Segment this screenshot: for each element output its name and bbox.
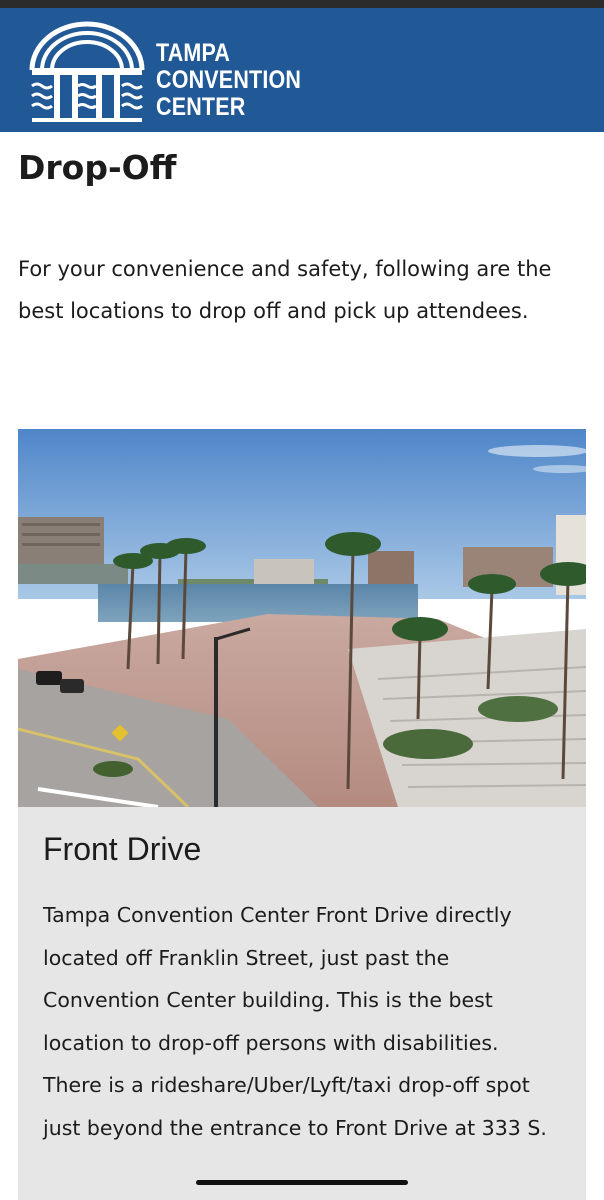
status-bar-strip	[0, 0, 604, 8]
section-body: Tampa Convention Center Front Drive dire…	[43, 903, 547, 1140]
front-drive-photo	[18, 429, 586, 807]
section-title: Front Drive	[43, 831, 202, 867]
brand-line-1: TAMPA	[156, 39, 231, 67]
home-indicator[interactable]	[196, 1180, 408, 1185]
front-drive-card: Front Drive Tampa Convention Center Fron…	[18, 807, 586, 1200]
site-header: TAMPA CONVENTION CENTER	[0, 8, 604, 132]
brand-line-2: CONVENTION	[156, 66, 302, 94]
plaza-photo-illustration	[18, 429, 586, 807]
brand-name[interactable]: TAMPA CONVENTION CENTER	[156, 40, 301, 121]
page-title: Drop-Off	[18, 148, 177, 187]
intro-paragraph: For your convenience and safety, followi…	[18, 257, 552, 323]
convention-center-logo-icon[interactable]	[28, 20, 146, 124]
brand-line-3: CENTER	[156, 93, 246, 121]
